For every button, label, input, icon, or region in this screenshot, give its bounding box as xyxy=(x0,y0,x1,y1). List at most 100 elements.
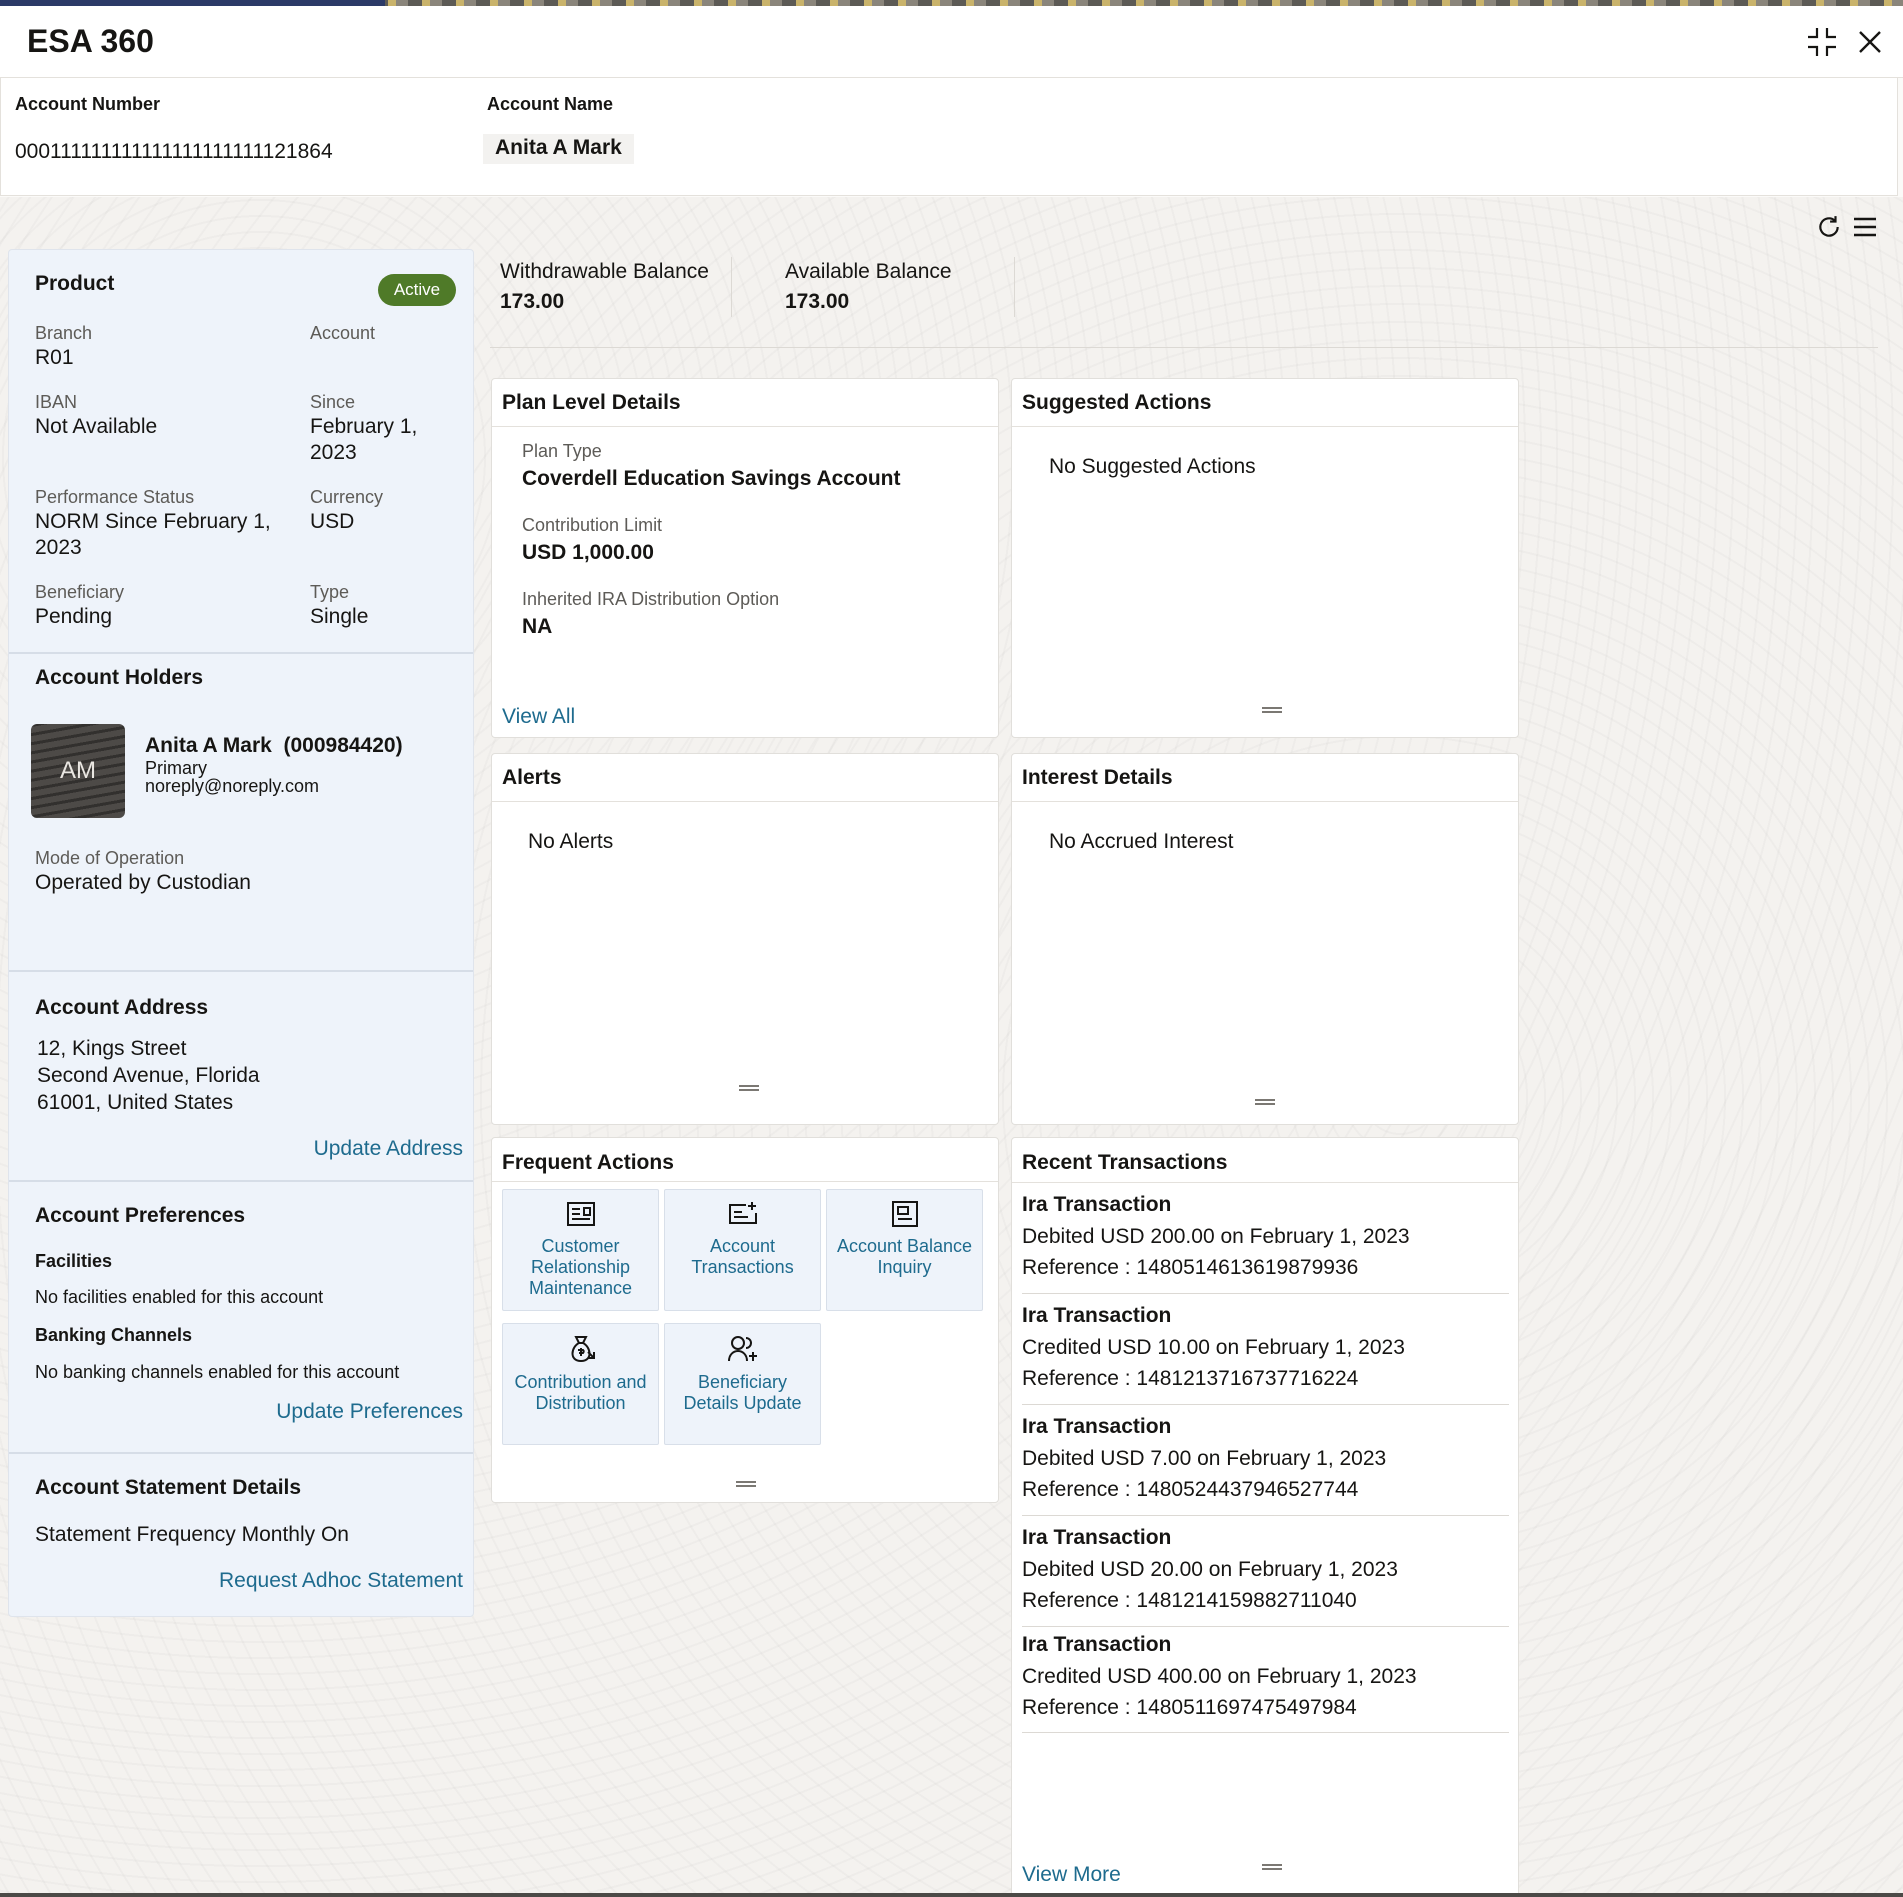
user-plus-icon xyxy=(727,1336,757,1362)
plan-type-label: Plan Type xyxy=(522,441,602,461)
transaction-reference: Reference : 1480511697475497984 xyxy=(1022,1696,1357,1719)
account-address-title: Account Address xyxy=(35,996,209,1019)
account-transactions-tile[interactable]: Account Transactions xyxy=(664,1189,821,1311)
window-bottom-border xyxy=(0,1893,1903,1897)
card-divider xyxy=(492,1181,998,1182)
available-balance-value: 173.00 xyxy=(785,290,850,313)
tile-label-line2: Details Update xyxy=(683,1393,802,1413)
statement-frequency: Statement Frequency Monthly On xyxy=(35,1523,349,1546)
tile-label-line1: Account xyxy=(709,1236,776,1256)
transaction-title: Ira Transaction xyxy=(1022,1193,1172,1216)
account-holders-title: Account Holders xyxy=(35,666,204,689)
tile-label-line2: Distribution xyxy=(535,1393,626,1413)
available-balance: Available Balance 173.00 xyxy=(785,260,952,314)
performance-status-line2: 2023 xyxy=(35,536,82,559)
status-badge: Active xyxy=(378,274,456,306)
transaction-detail: Debited USD 200.00 on February 1, 2023 xyxy=(1022,1225,1410,1248)
avatar: AM xyxy=(31,724,125,818)
contribution-limit-label: Contribution Limit xyxy=(522,515,663,535)
plan-type-value: Coverdell Education Savings Account xyxy=(522,467,901,490)
transaction-item[interactable]: Ira Transaction Debited USD 7.00 on Febr… xyxy=(1022,1405,1509,1516)
withdrawable-balance-value: 173.00 xyxy=(500,290,565,313)
transaction-item[interactable]: Ira Transaction Debited USD 200.00 on Fe… xyxy=(1022,1183,1509,1294)
beneficiary-value: Pending xyxy=(35,605,113,628)
window-title: ESA 360 xyxy=(27,23,154,59)
holder-name-line: Anita A Mark (000984420) xyxy=(145,734,403,758)
resize-handle-icon[interactable] xyxy=(739,1085,759,1091)
branch-value: R01 xyxy=(35,346,74,369)
distribution-option-value: NA xyxy=(522,615,553,638)
card-divider xyxy=(492,426,998,427)
tile-label-line1: Customer xyxy=(541,1236,620,1256)
close-icon[interactable] xyxy=(1850,22,1890,62)
beneficiary-details-update-tile[interactable]: Beneficiary Details Update xyxy=(664,1323,821,1445)
tile-label-line1: Contribution and xyxy=(514,1372,647,1392)
resize-handle-icon[interactable] xyxy=(1262,707,1282,713)
request-adhoc-statement-link[interactable]: Request Adhoc Statement xyxy=(219,1569,463,1593)
address-line1: 12, Kings Street xyxy=(37,1037,187,1060)
card-divider xyxy=(1012,426,1518,427)
balance-divider xyxy=(731,257,732,317)
type-label: Type xyxy=(310,582,350,602)
window-header: ESA 360 xyxy=(0,6,1903,78)
transaction-item[interactable]: Ira Transaction Credited USD 10.00 on Fe… xyxy=(1022,1294,1509,1405)
frequent-actions-title: Frequent Actions xyxy=(502,1151,674,1174)
account-statement-section: Account Statement Details Statement Freq… xyxy=(9,1452,473,1616)
update-address-link[interactable]: Update Address xyxy=(314,1137,463,1161)
interest-details-empty: No Accrued Interest xyxy=(1049,830,1234,853)
transaction-reference: Reference : 1481214159882711040 xyxy=(1022,1589,1357,1612)
transaction-reference: Reference : 1480514613619879936 xyxy=(1022,1256,1359,1279)
account-number-value: 000111111111111111111111121864 xyxy=(15,140,333,163)
account-holders-section: Account Holders AM Anita A Mark (0009844… xyxy=(9,652,473,970)
ledger-icon xyxy=(891,1201,918,1227)
transaction-title: Ira Transaction xyxy=(1022,1415,1172,1438)
type-value: Single xyxy=(310,605,369,628)
resize-handle-icon[interactable] xyxy=(736,1481,756,1487)
facilities-label: Facilities xyxy=(35,1251,113,1271)
transaction-reference: Reference : 1481213716737716224 xyxy=(1022,1367,1359,1390)
account-statement-title: Account Statement Details xyxy=(35,1476,302,1499)
performance-status-line1: NORM Since February 1, xyxy=(35,510,271,533)
transaction-item[interactable]: Ira Transaction Debited USD 20.00 on Feb… xyxy=(1022,1516,1509,1627)
address-line2: Second Avenue, Florida xyxy=(37,1064,260,1087)
suggested-actions-empty: No Suggested Actions xyxy=(1049,455,1256,478)
transaction-title: Ira Transaction xyxy=(1022,1633,1172,1656)
alerts-title: Alerts xyxy=(502,766,562,789)
account-balance-inquiry-tile[interactable]: Account Balance Inquiry xyxy=(826,1189,983,1311)
update-preferences-link[interactable]: Update Preferences xyxy=(276,1400,463,1424)
mode-of-operation-value: Operated by Custodian xyxy=(35,871,251,894)
iban-value: Not Available xyxy=(35,415,158,438)
transaction-detail: Credited USD 400.00 on February 1, 2023 xyxy=(1022,1665,1417,1688)
account-info-panel: Product Active Branch R01 Account IBAN N… xyxy=(8,249,474,1617)
product-title: Product xyxy=(35,272,115,295)
resize-handle-icon[interactable] xyxy=(1262,1864,1282,1870)
view-more-link[interactable]: View More xyxy=(1022,1863,1121,1887)
contribution-limit-value: USD 1,000.00 xyxy=(522,541,654,564)
frequent-actions-card: Frequent Actions Customer Relationship M… xyxy=(491,1137,999,1503)
address-line3: 61001, United States xyxy=(37,1091,234,1114)
card-divider xyxy=(1012,801,1518,802)
account-name-value: Anita A Mark xyxy=(483,134,634,164)
distribution-option-label: Inherited IRA Distribution Option xyxy=(522,589,780,609)
tile-label-line1: Beneficiary xyxy=(697,1372,788,1392)
card-plus-icon xyxy=(728,1202,757,1224)
interest-details-title: Interest Details xyxy=(1022,766,1173,789)
since-value-line1: February 1, xyxy=(310,415,418,438)
available-balance-label: Available Balance xyxy=(785,260,952,283)
since-value-line2: 2023 xyxy=(310,441,357,464)
resize-handle-icon[interactable] xyxy=(1255,1099,1275,1105)
plan-level-details-card: Plan Level Details Plan Type Coverdell E… xyxy=(491,378,999,738)
customer-relationship-maintenance-tile[interactable]: Customer Relationship Maintenance xyxy=(502,1189,659,1311)
holder-name: Anita A Mark xyxy=(145,734,272,757)
beneficiary-label: Beneficiary xyxy=(35,582,125,602)
holder-id: (000984420) xyxy=(283,734,403,757)
collapse-icon[interactable] xyxy=(1802,22,1842,62)
menu-icon[interactable] xyxy=(1852,215,1878,244)
contribution-and-distribution-tile[interactable]: Contribution and Distribution xyxy=(502,1323,659,1445)
refresh-icon[interactable] xyxy=(1816,214,1842,245)
view-all-link[interactable]: View All xyxy=(502,705,575,729)
transaction-detail: Debited USD 20.00 on February 1, 2023 xyxy=(1022,1558,1398,1581)
withdrawable-balance: Withdrawable Balance 173.00 xyxy=(500,260,709,314)
transaction-item[interactable]: Ira Transaction Credited USD 400.00 on F… xyxy=(1022,1627,1509,1733)
iban-label: IBAN xyxy=(35,392,78,412)
